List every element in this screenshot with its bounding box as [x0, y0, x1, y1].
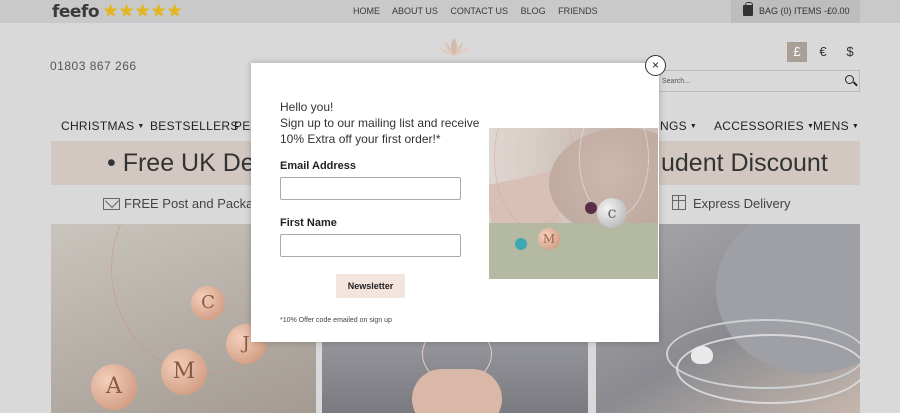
chevron-down-icon: ▼	[689, 123, 698, 130]
search-input[interactable]: Search...	[658, 70, 860, 92]
modal-signup-line: Sign up to our mailing list and receive	[280, 116, 480, 130]
newsletter-button[interactable]: Newsletter	[336, 274, 405, 298]
email-label: Email Address	[280, 160, 357, 172]
top-bar: feefo ★★★★★ HOME ABOUT US CONTACT US BLO…	[0, 0, 900, 23]
hand-shape	[412, 369, 502, 413]
silver-disc: c	[597, 198, 627, 228]
phone-number[interactable]: 01803 867 266	[50, 59, 137, 73]
amethyst-stone	[585, 202, 597, 214]
topaz-stone	[515, 238, 527, 250]
menu-rings[interactable]: NGS ▼	[660, 119, 697, 133]
first-name-label: First Name	[280, 217, 337, 229]
gift-icon	[672, 195, 686, 210]
menu-christmas-label: CHRISTMAS	[61, 119, 135, 133]
bracelet-cord-2	[676, 334, 860, 404]
currency-gbp-button[interactable]: £	[787, 42, 807, 62]
close-icon: ×	[651, 58, 659, 72]
modal-offer-line: 10% Extra off your first order!*	[280, 132, 441, 146]
menu-bestsellers-label: BESTSELLERS	[150, 119, 239, 133]
nav-home-link[interactable]: HOME	[353, 6, 380, 16]
lotus-logo-icon[interactable]	[436, 36, 472, 58]
chevron-down-icon: ▼	[851, 123, 860, 130]
nav-contact-link[interactable]: CONTACT US	[450, 6, 508, 16]
menu-accessories-label: ACCESSORIES	[714, 119, 804, 133]
offer-fineprint: *10% Offer code emailed on sign up	[280, 317, 392, 324]
menu-mens[interactable]: MENS ▼	[813, 119, 859, 133]
nav-about-link[interactable]: ABOUT US	[392, 6, 438, 16]
bag-button[interactable]: BAG (0) ITEMS -£0.00	[731, 0, 860, 23]
first-name-field[interactable]	[280, 234, 461, 257]
menu-rings-label: NGS	[660, 119, 687, 133]
envelope-icon	[103, 198, 120, 210]
newsletter-modal: Hello you! Sign up to our mailing list a…	[251, 63, 659, 342]
menu-accessories[interactable]: ACCESSORIES ▼	[714, 119, 814, 133]
search-icon[interactable]	[845, 75, 854, 84]
menu-christmas[interactable]: CHRISTMAS ▼	[61, 119, 145, 133]
modal-greeting: Hello you!	[280, 100, 334, 114]
bag-summary: BAG (0) ITEMS -£0.00	[759, 6, 850, 16]
banner-left-text: • Free UK De	[107, 149, 255, 177]
nav-blog-link[interactable]: BLOG	[521, 6, 546, 16]
usp-express-delivery: Express Delivery	[693, 196, 791, 211]
rose-disc: M	[538, 228, 560, 250]
banner-right-text: udent Discount	[661, 149, 828, 177]
chevron-down-icon: ▼	[137, 123, 145, 130]
close-modal-button[interactable]: ×	[645, 55, 666, 76]
email-field[interactable]	[280, 177, 461, 200]
usp-free-postage: FREE Post and Packagi	[124, 196, 264, 211]
menu-mens-label: MENS	[813, 119, 849, 133]
disc-a: A	[91, 364, 137, 410]
necklace-photo: c M	[489, 128, 658, 279]
feefo-logo[interactable]: feefo	[52, 2, 100, 22]
heart-charm	[691, 346, 713, 364]
disc-c: C	[191, 286, 225, 320]
shopping-bag-icon	[743, 2, 753, 16]
nav-friends-link[interactable]: FRIENDS	[558, 6, 598, 16]
top-nav: HOME ABOUT US CONTACT US BLOG FRIENDS	[353, 6, 608, 16]
menu-bestsellers[interactable]: BESTSELLERS	[150, 119, 239, 133]
disc-m: M	[161, 349, 207, 395]
search-placeholder: Search...	[662, 78, 691, 85]
modal-intro: Hello you! Sign up to our mailing list a…	[280, 99, 480, 147]
currency-eur-button[interactable]: €	[813, 42, 833, 62]
currency-usd-button[interactable]: $	[840, 42, 860, 62]
rating-stars-icon[interactable]: ★★★★★	[102, 0, 183, 23]
photo-surface	[489, 223, 658, 279]
